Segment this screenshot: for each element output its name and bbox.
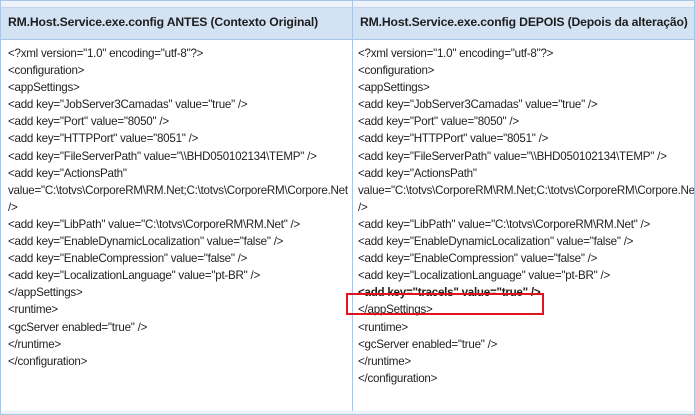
header-depois: RM.Host.Service.exe.config DEPOIS (Depoi…	[360, 15, 688, 29]
after-code-line: <add key="ActionsPath"	[358, 166, 477, 180]
before-code-line: </configuration>	[8, 354, 88, 368]
after-code-line: <runtime>	[358, 320, 408, 334]
after-code-line: <appSettings>	[358, 81, 430, 95]
table-header-row: RM.Host.Service.exe.config ANTES (Contex…	[1, 1, 694, 40]
after-code-line: <add key="LibPath" value="C:\totvs\Corpo…	[358, 217, 651, 231]
header-top-stripe	[1, 1, 694, 8]
before-code-line: <gcServer enabled="true" />	[8, 320, 148, 334]
after-code-line: </runtime>	[358, 354, 411, 368]
config-before-code: <?xml version="1.0" encoding="utf-8"?> <c…	[8, 45, 348, 370]
before-code-line: <add key="ActionsPath"	[8, 166, 127, 180]
before-code-line: <add key="EnableCompression" value="fals…	[8, 252, 248, 266]
before-code-line: <appSettings>	[8, 81, 80, 95]
after-code-line: <gcServer enabled="true" />	[358, 337, 498, 351]
before-code-line: </appSettings>	[8, 286, 83, 300]
after-code-line: />	[358, 200, 368, 214]
before-code-line: value="C:\totvs\CorporeRM\RM.Net;C:\totv…	[8, 183, 348, 197]
before-code-line: <runtime>	[8, 303, 58, 317]
header-antes: RM.Host.Service.exe.config ANTES (Contex…	[8, 15, 319, 29]
before-code-line: <add key="EnableDynamicLocalization" val…	[8, 235, 284, 249]
after-code-line: </configuration>	[358, 371, 438, 385]
after-code-line: <configuration>	[358, 64, 435, 78]
before-code-line: <add key="LibPath" value="C:\totvs\Corpo…	[8, 217, 301, 231]
before-code-line: <add key="Port" value="8050" />	[8, 115, 169, 129]
before-code-line: <?xml version="1.0" encoding="utf-8"?>	[8, 47, 204, 60]
after-code-line: <?xml version="1.0" encoding="utf-8"?>	[358, 47, 554, 60]
before-code-line: <add key="HTTPPort" value="8051" />	[8, 132, 199, 146]
before-code-line: <configuration>	[8, 64, 85, 78]
after-code-line: <add key="EnableDynamicLocalization" val…	[358, 235, 634, 249]
after-code-line: <add key="JobServer3Camadas" value="true…	[358, 98, 598, 112]
comparison-table: RM.Host.Service.exe.config ANTES (Contex…	[0, 0, 695, 415]
config-after-code: <?xml version="1.0" encoding="utf-8"?> <c…	[358, 45, 694, 387]
before-code-line: <add key="FileServerPath" value="\\BHD05…	[8, 149, 317, 163]
after-code-line: <add key="EnableCompression" value="fals…	[358, 252, 598, 266]
after-code-line: <add key="LocalizationLanguage" value="p…	[358, 269, 610, 283]
after-code-line: <add key="FileServerPath" value="\\BHD05…	[358, 149, 667, 163]
before-code-line: </runtime>	[8, 337, 61, 351]
after-code-line: value="C:\totvs\CorporeRM\RM.Net;C:\totv…	[358, 183, 694, 197]
before-code-line: <add key="LocalizationLanguage" value="p…	[8, 269, 260, 283]
after-code-line: <add key="HTTPPort" value="8051" />	[358, 132, 549, 146]
column-divider	[352, 1, 353, 414]
table-bottom-stripe	[1, 411, 694, 414]
added-line-highlight-box	[346, 293, 544, 315]
before-code-line: <add key="JobServer3Camadas" value="true…	[8, 98, 248, 112]
before-code-line: />	[8, 200, 18, 214]
after-code-line: <add key="Port" value="8050" />	[358, 115, 519, 129]
